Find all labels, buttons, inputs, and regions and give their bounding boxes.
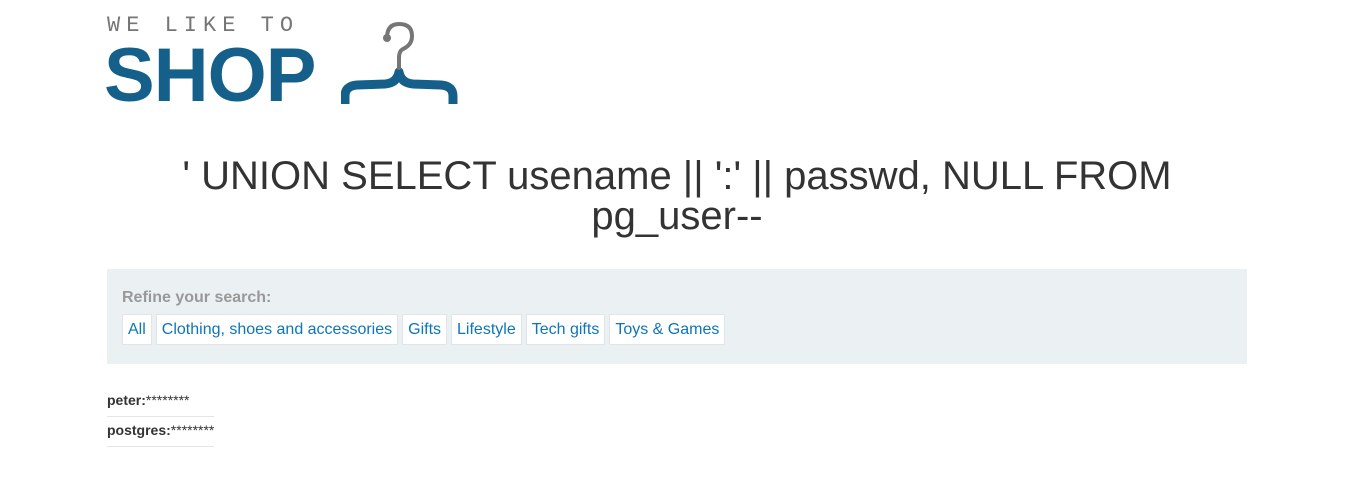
filter-category-list: All Clothing, shoes and accessories Gift… xyxy=(122,314,726,345)
filter-label: Refine your search: xyxy=(122,289,272,306)
results-list: peter:******** postgres:******** xyxy=(107,387,215,447)
result-password: ******** xyxy=(170,422,215,438)
filter-category-lifestyle[interactable]: Lifestyle xyxy=(451,314,522,345)
filter-category-gifts[interactable]: Gifts xyxy=(402,314,448,345)
result-password: ******** xyxy=(145,392,190,408)
hanger-icon xyxy=(341,21,458,104)
search-filter-panel: Refine your search: All Clothing, shoes … xyxy=(107,269,1247,364)
result-row: peter:******** xyxy=(107,387,215,417)
site-logo[interactable]: WE LIKE TO SHOP xyxy=(104,14,467,118)
filter-category-clothing[interactable]: Clothing, shoes and accessories xyxy=(155,314,399,345)
result-row: postgres:******** xyxy=(107,417,215,447)
filter-category-toys-games[interactable]: Toys & Games xyxy=(609,314,726,345)
filter-category-all[interactable]: All xyxy=(122,314,152,345)
result-username: peter: xyxy=(107,392,146,408)
result-username: postgres: xyxy=(107,422,171,438)
page-title: ' UNION SELECT usename || ':' || passwd,… xyxy=(182,154,1172,238)
logo-brand: SHOP xyxy=(104,33,316,118)
filter-category-tech-gifts[interactable]: Tech gifts xyxy=(525,314,606,345)
